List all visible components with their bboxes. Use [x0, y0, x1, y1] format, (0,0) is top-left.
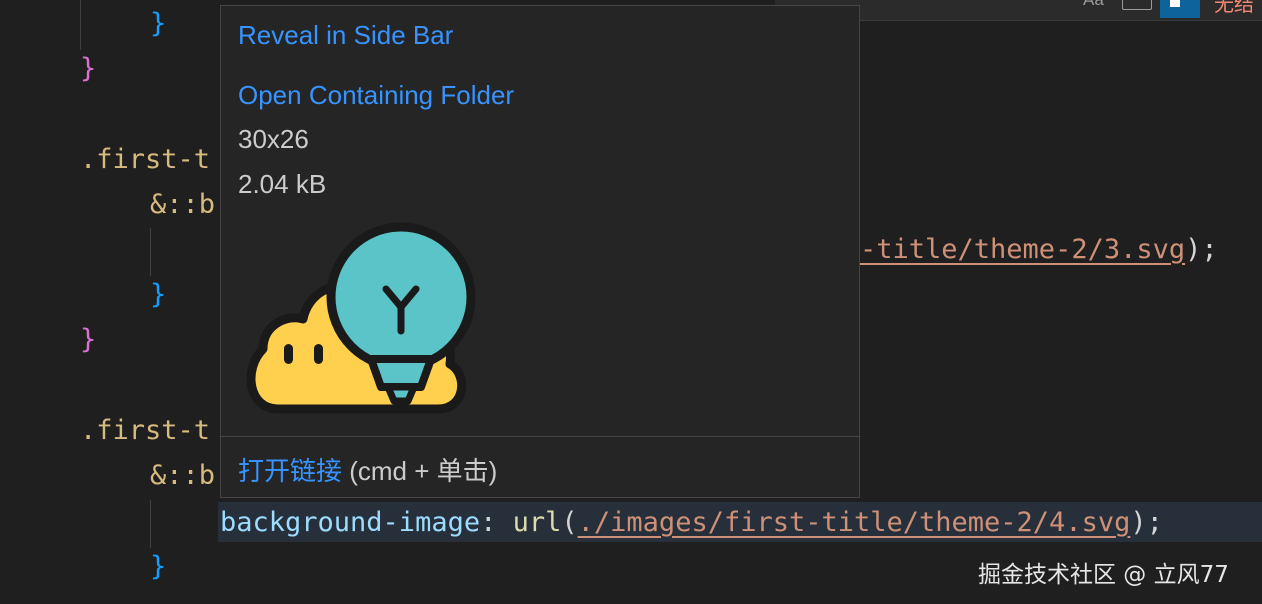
follow-link[interactable]: 打开链接	[238, 456, 342, 486]
code-line[interactable]: }	[150, 549, 166, 585]
find-result-text: 无结	[1214, 0, 1254, 16]
follow-link-hint: 打开链接 (cmd + 单击)	[238, 451, 497, 488]
css-function: url	[512, 507, 562, 538]
indent-guide	[150, 228, 151, 276]
code-line[interactable]: background-image: url(./images/first-tit…	[220, 505, 1163, 541]
code-line[interactable]: }	[80, 322, 96, 358]
code-punctuation: );	[1130, 507, 1163, 538]
code-line[interactable]: }	[150, 277, 166, 313]
watermark: 掘金技术社区 @ 立风77	[978, 562, 1229, 588]
code-line[interactable]: }	[80, 51, 96, 87]
url-string[interactable]: ./images/first-title/theme-2/4.svg	[578, 507, 1131, 538]
code-punctuation: (	[561, 507, 578, 538]
code-line[interactable]: &::b	[150, 458, 215, 494]
reveal-in-side-bar-link[interactable]: Reveal in Side Bar	[238, 20, 453, 51]
match-case-toggle[interactable]: Aa	[1083, 0, 1104, 10]
image-hover-preview: Reveal in Side Bar Open Containing Folde…	[220, 5, 860, 498]
match-whole-word-toggle[interactable]	[1122, 0, 1152, 10]
code-line[interactable]: }	[150, 6, 166, 42]
follow-link-shortcut: (cmd + 单击)	[342, 456, 498, 486]
code-line[interactable]: .first-t	[80, 413, 210, 449]
code-punctuation: :	[480, 507, 513, 538]
image-dimensions: 30x26	[238, 124, 309, 154]
code-line[interactable]: -title/theme-2/3.svg);	[860, 232, 1218, 268]
code-line[interactable]: .first-t	[80, 142, 210, 178]
css-property: background-image	[220, 507, 481, 538]
code-punctuation: );	[1185, 234, 1218, 265]
indent-guide	[150, 500, 151, 548]
url-string[interactable]: -title/theme-2/3.svg	[860, 234, 1185, 265]
regex-icon	[1170, 0, 1180, 7]
indent-guide	[80, 0, 81, 50]
lightbulb-cloud-icon	[246, 222, 476, 414]
hover-divider	[221, 436, 859, 437]
open-containing-folder-link[interactable]: Open Containing Folder	[238, 80, 514, 111]
regex-toggle[interactable]	[1160, 0, 1200, 18]
file-size: 2.04 kB	[238, 169, 327, 199]
code-line[interactable]: &::b	[150, 187, 215, 223]
